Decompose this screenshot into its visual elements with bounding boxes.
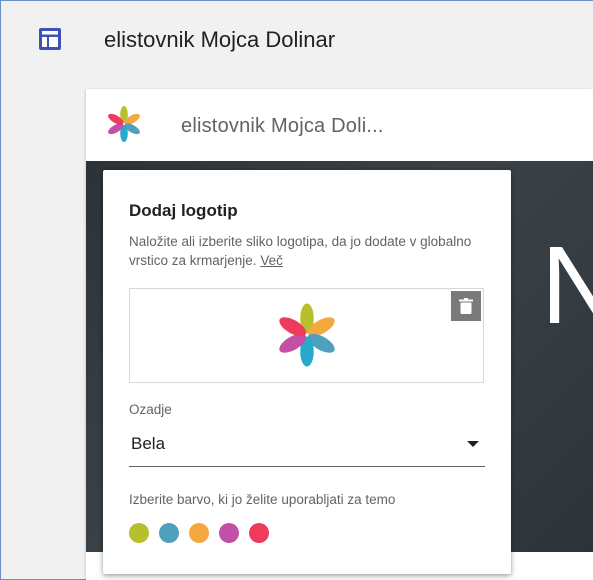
pinwheel-logo-icon[interactable] — [105, 105, 143, 143]
hero-title: N — [541, 224, 593, 347]
color-swatch-4[interactable] — [219, 523, 239, 543]
logo-preview-icon — [268, 299, 346, 371]
theme-color-label: Izberite barvo, ki jo želite uporabljati… — [129, 492, 396, 507]
description-text: Naložite ali izberite sliko logotipa, da… — [129, 234, 472, 268]
site-layout-icon[interactable] — [39, 28, 61, 50]
color-swatch-5[interactable] — [249, 523, 269, 543]
color-swatch-1[interactable] — [129, 523, 149, 543]
canvas-header: elistovnik Mojca Doli... — [86, 89, 593, 161]
logo-upload-box[interactable] — [129, 288, 484, 383]
more-link[interactable]: Več — [260, 253, 283, 268]
color-swatch-2[interactable] — [159, 523, 179, 543]
background-select[interactable]: Bela — [129, 426, 485, 467]
background-label: Ozadje — [129, 402, 172, 417]
site-title: elistovnik Mojca Dolinar — [104, 27, 336, 52]
delete-logo-button[interactable] — [451, 291, 481, 321]
color-swatches — [129, 523, 269, 545]
dropdown-arrow-icon — [467, 441, 479, 447]
top-bar: elistovnik Mojca Dolinar — [1, 1, 593, 79]
canvas-site-title[interactable]: elistovnik Mojca Doli... — [181, 115, 384, 138]
add-logo-panel: Dodaj logotip Naložite ali izberite slik… — [103, 170, 511, 574]
trash-icon — [459, 298, 473, 314]
color-swatch-3[interactable] — [189, 523, 209, 543]
panel-description: Naložite ali izberite sliko logotipa, da… — [129, 232, 489, 270]
background-select-value: Bela — [131, 434, 166, 453]
panel-title: Dodaj logotip — [129, 201, 238, 220]
